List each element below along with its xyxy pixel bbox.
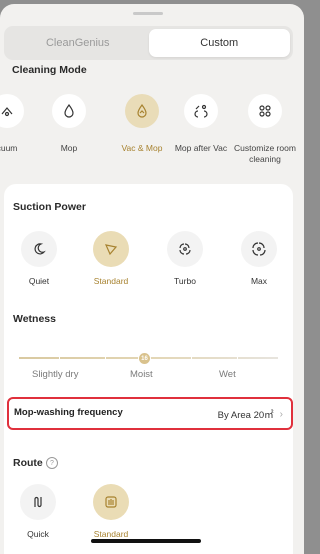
mode-tabs: CleanGenius Custom [4,26,293,60]
help-icon[interactable]: ? [46,457,58,469]
mop-washing-value-group: By Area 20㎡ › [217,407,283,422]
quick-route-icon [20,484,56,520]
route-title: Route [13,457,43,469]
wetness-slider-knob[interactable]: 16 [138,352,151,365]
suction-max[interactable]: Max [229,231,289,286]
tab-cleangenius[interactable]: CleanGenius [7,29,149,57]
home-indicator[interactable] [91,539,201,543]
vacuum-icon [0,94,24,128]
wetness-label-moist: Moist [130,369,153,380]
wetness-label-slightly-dry: Slightly dry [32,369,79,380]
suction-turbo[interactable]: Turbo [155,231,215,286]
chevron-right-icon: › [279,408,283,420]
suction-power-list: Quiet Standard Turbo Max [4,231,293,291]
mop-washing-value: By Area 20㎡ [217,410,274,421]
suction-power-title: Suction Power [13,201,86,213]
max-fan-icon [241,231,277,267]
suction-label: Max [250,276,268,286]
mode-mop[interactable]: Mop [34,94,104,154]
turbo-fan-icon [167,231,203,267]
route-quick[interactable]: Quick [8,484,68,539]
mode-label: Mop [60,143,78,153]
mode-mop-after-vac[interactable]: Mop after Vac [166,94,236,154]
suction-standard[interactable]: Standard [81,231,141,286]
quiet-icon [21,231,57,267]
wetness-label-wet: Wet [219,369,236,380]
route-standard[interactable]: Standard [81,484,141,539]
suction-label: Quiet [28,276,50,286]
standard-icon [93,231,129,267]
mop-washing-frequency-row[interactable]: Mop-washing frequency By Area 20㎡ › [7,397,293,430]
vac-mop-icon [125,94,159,128]
customize-rooms-icon [248,94,282,128]
mode-label: Mop after Vac [174,143,228,153]
slider-tick [105,356,106,360]
slider-tick [191,356,192,360]
suction-label: Turbo [174,276,196,286]
mode-label: Customize room cleaning [234,143,296,164]
cleaning-mode-list: cuum Mop Vac & Mop Mop after Vac Customi… [0,94,304,174]
route-title-text: Route [13,457,43,469]
mop-washing-label: Mop-washing frequency [14,407,123,418]
bottom-sheet: CleanGenius Custom Cleaning Mode cuum Mo… [0,4,304,554]
suction-quiet[interactable]: Quiet [9,231,69,286]
route-label: Quick [27,529,49,539]
cleaning-mode-title: Cleaning Mode [12,64,87,76]
slider-tick [59,356,60,360]
slider-tick [237,356,238,360]
tab-custom[interactable]: Custom [148,29,290,57]
mop-after-vac-icon [184,94,218,128]
drag-handle[interactable] [133,12,163,15]
standard-route-icon [93,484,129,520]
settings-card: Suction Power Quiet Standard Turbo Max W… [4,184,293,554]
suction-label: Standard [93,276,129,286]
route-label: Standard [93,529,129,539]
mode-customize-room[interactable]: Customize room cleaning [230,94,300,165]
wetness-title: Wetness [13,313,56,325]
mop-drop-icon [52,94,86,128]
